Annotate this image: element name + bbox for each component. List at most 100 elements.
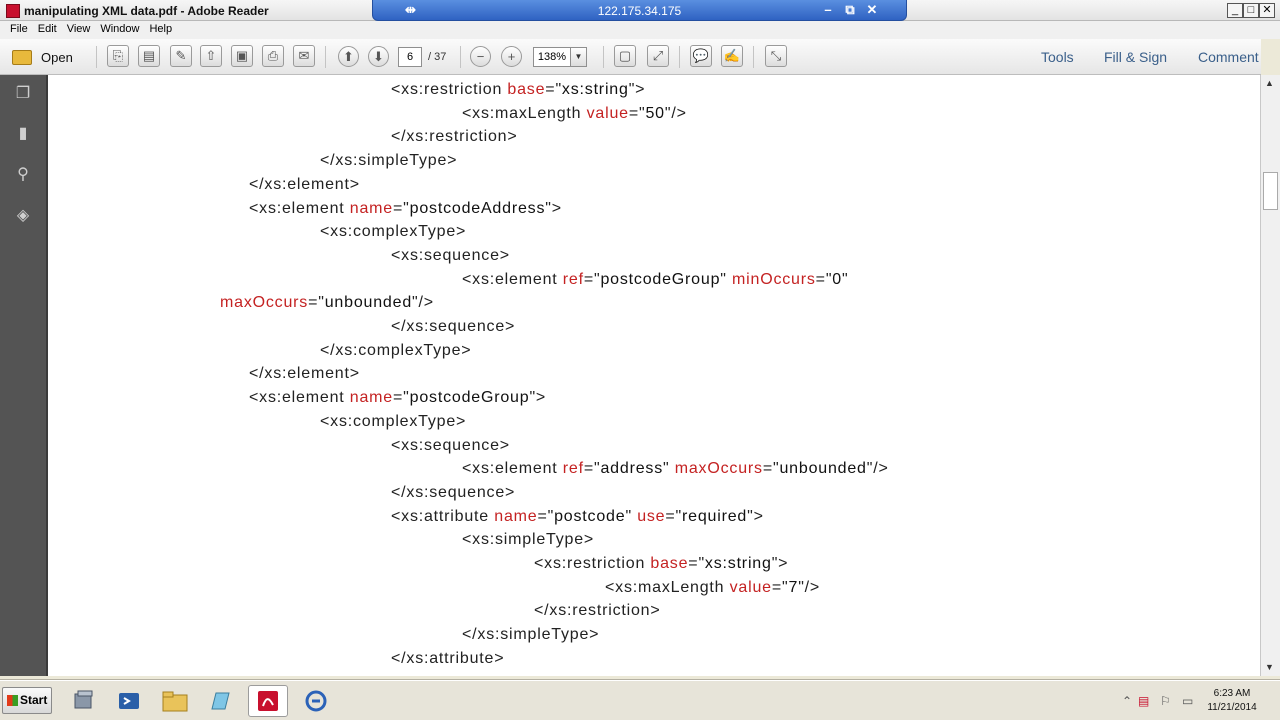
minimize-button[interactable]: _ (1227, 3, 1243, 18)
rdp-minimize-button[interactable]: – (820, 2, 836, 17)
create-pdf-icon[interactable]: ⎘ (107, 45, 129, 67)
code-line: <xs:maxLength value="50"/> (462, 105, 687, 123)
document-view[interactable]: <xs:restriction base="xs:string"> <xs:max… (46, 75, 1260, 676)
attachments-icon[interactable]: ⚲ (12, 164, 34, 186)
xml-text: required (682, 507, 748, 525)
page-number-input[interactable] (398, 47, 422, 67)
close-button[interactable]: ✕ (1259, 3, 1275, 18)
tools-link[interactable]: Tools (1041, 49, 1074, 65)
code-line: <xs:attribute name="postcode" use="requi… (391, 508, 764, 526)
fullscreen-icon[interactable]: ⤡ (765, 45, 787, 67)
zoom-level[interactable]: 138% (533, 47, 571, 67)
clock[interactable]: 6:23 AM 11/21/2014 (1202, 687, 1262, 715)
code-line: </xs:sequence> (391, 318, 515, 336)
xml-text: <xs:element (462, 270, 563, 288)
xml-text: <xs:complexType> (320, 223, 467, 241)
clock-date: 11/21/2014 (1207, 702, 1257, 713)
adobe-tray-icon[interactable]: ▤ (1138, 694, 1149, 708)
xml-text: </xs:element> (249, 365, 360, 383)
notepad-icon[interactable] (200, 685, 240, 717)
code-line: <xs:sequence> (391, 247, 510, 265)
previous-page-icon[interactable]: ⬆ (338, 46, 359, 67)
remote-desktop-icon[interactable] (296, 685, 336, 717)
xml-text: =" (583, 460, 601, 478)
server-manager-icon[interactable] (64, 685, 104, 717)
xml-text: " (663, 460, 675, 478)
email-icon[interactable]: ✉ (293, 45, 315, 67)
xml-text: <xs:sequence> (391, 246, 510, 264)
code-line: <xs:maxLength value="7"/> (605, 579, 820, 597)
maximize-button[interactable]: □ (1243, 3, 1259, 18)
sign-icon[interactable]: ✍ (721, 45, 743, 67)
edit-pdf-icon[interactable]: ✎ (170, 45, 192, 67)
fit-page-icon[interactable]: ▢ (614, 45, 636, 67)
upload-icon[interactable]: ⇧ (200, 45, 222, 67)
remote-desktop-bar: ⇹ 122.175.34.175 – ⧉ ✕ (372, 0, 907, 21)
xml-text: postcodeAddress (409, 199, 546, 217)
xml-text: "> (771, 555, 789, 572)
title-bar: manipulating XML data.pdf - Adobe Reader… (0, 0, 1280, 21)
page-total: / 37 (428, 51, 447, 63)
page-navigation: / 37 (398, 45, 446, 69)
zoom-select[interactable]: 138% ▼ (533, 45, 587, 69)
taskbar: Start ⌃ ▤ ⚐ ▭ 6:23 AM 11/21/2014 (0, 680, 1280, 720)
powershell-icon[interactable] (109, 685, 149, 717)
fit-width-icon[interactable]: ⤢ (647, 45, 669, 67)
xml-text: "/> (798, 578, 821, 596)
rdp-close-button[interactable]: ✕ (864, 2, 880, 18)
adobe-reader-icon (6, 4, 20, 18)
print-icon[interactable]: ⎙ (262, 45, 284, 67)
xml-text: =" (628, 104, 646, 122)
save-icon[interactable]: ▣ (231, 45, 253, 67)
menu-window[interactable]: Window (95, 21, 144, 37)
xml-attribute: name (349, 389, 393, 407)
xml-text: postcodeGroup (600, 270, 721, 288)
layers-icon[interactable]: ◈ (12, 205, 34, 227)
xml-text: xs:string (561, 81, 629, 98)
menu-edit[interactable]: Edit (33, 21, 62, 37)
xml-text: "/> (412, 294, 434, 312)
network-icon[interactable]: ▭ (1182, 694, 1193, 708)
toolbar-separator (679, 46, 680, 68)
comment-link[interactable]: Comment (1198, 49, 1259, 65)
next-page-icon[interactable]: ⬇ (368, 46, 389, 67)
xml-text: <xs:element (462, 460, 563, 478)
menu-help[interactable]: Help (144, 21, 177, 37)
code-line: </xs:complexType> (320, 342, 471, 360)
tray-expand-icon[interactable]: ⌃ (1122, 694, 1132, 708)
xml-text: =" (815, 270, 833, 288)
xml-text: =" (583, 270, 601, 288)
export-pdf-icon[interactable]: ▤ (138, 45, 160, 67)
code-line: </xs:restriction> (534, 602, 661, 620)
xml-text: =" (545, 81, 562, 98)
explorer-icon[interactable] (155, 685, 195, 717)
toolbar-separator (96, 46, 97, 68)
xml-text: unbounded (779, 460, 867, 478)
bookmarks-icon[interactable]: ▮ (12, 123, 34, 145)
comment-icon[interactable]: 💬 (690, 45, 712, 67)
start-button[interactable]: Start (2, 687, 52, 714)
xml-attribute: maxOccurs (220, 294, 309, 312)
scroll-up-icon[interactable]: ▲ (1265, 78, 1274, 88)
zoom-out-icon[interactable]: − (470, 46, 491, 67)
scroll-down-icon[interactable]: ▼ (1265, 662, 1274, 672)
menu-view[interactable]: View (62, 21, 96, 37)
toolbar: Open ⎘ ▤ ✎ ⇧ ▣ ⎙ ✉ ⬆ ⬇ / 37 − + 138% ▼ ▢… (0, 39, 1261, 75)
code-line: <xs:restriction base="xs:string"> (391, 81, 645, 99)
vertical-scrollbar[interactable]: ▲ ▼ (1260, 75, 1280, 676)
code-line: maxOccurs="unbounded"/> (220, 294, 434, 312)
menu-file[interactable]: File (0, 21, 33, 37)
fill-sign-link[interactable]: Fill & Sign (1104, 49, 1167, 65)
xml-attribute: value (729, 578, 772, 596)
xml-text: address (600, 460, 663, 478)
code-line: </xs:element> (249, 365, 360, 383)
chevron-down-icon[interactable]: ▼ (571, 47, 587, 67)
menu-bar: File Edit View Window Help (0, 21, 1280, 39)
pages-icon[interactable]: ❐ (12, 83, 34, 105)
scroll-thumb[interactable] (1263, 172, 1278, 210)
open-button[interactable]: Open (12, 45, 73, 69)
zoom-in-icon[interactable]: + (501, 46, 522, 67)
rdp-restore-button[interactable]: ⧉ (842, 2, 858, 18)
adobe-reader-task[interactable] (248, 685, 288, 717)
action-center-icon[interactable]: ⚐ (1160, 694, 1171, 708)
